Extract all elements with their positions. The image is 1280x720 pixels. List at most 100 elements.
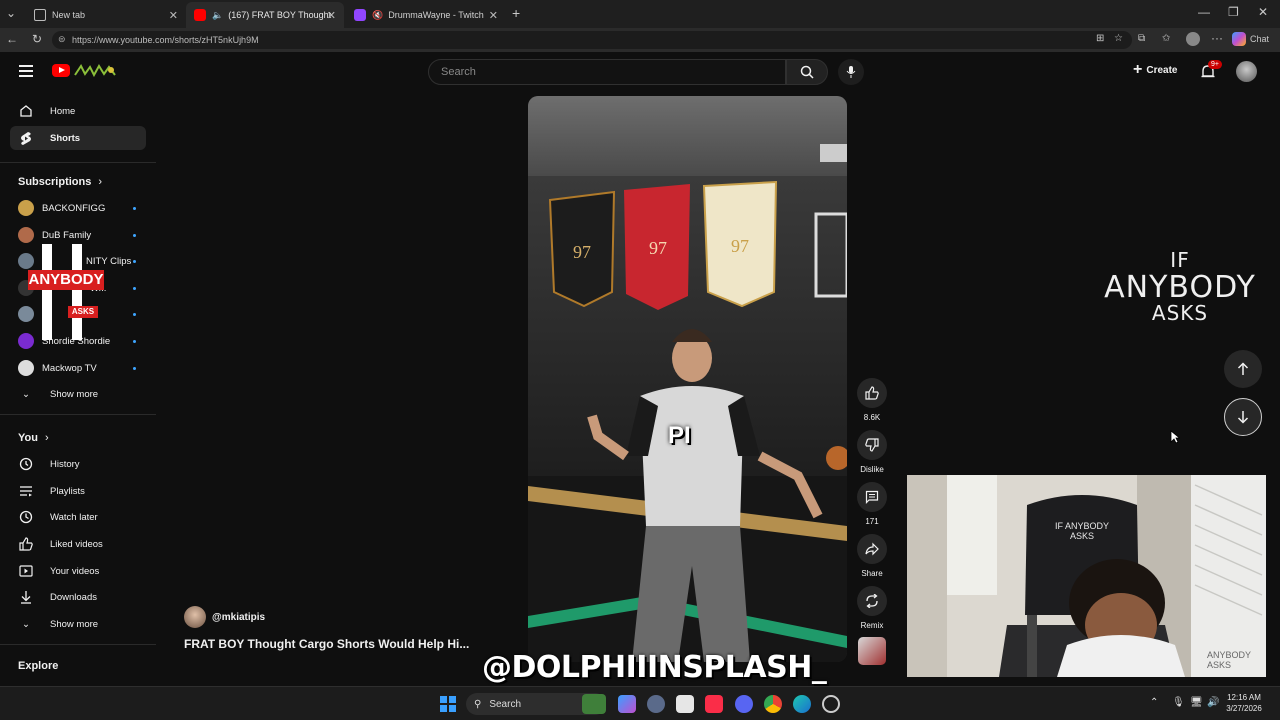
logo-bar xyxy=(42,244,52,340)
sidebar-item-label: Your videos xyxy=(50,565,100,577)
url-field[interactable]: ⊜ https://www.youtube.com/shorts/zHT5nkU… xyxy=(52,31,1132,49)
sidebar-item-shorts[interactable]: Shorts xyxy=(10,126,146,150)
channel-avatar xyxy=(18,227,34,243)
search-button[interactable] xyxy=(786,59,828,85)
muted-speaker-icon[interactable]: 🔇 xyxy=(372,10,383,21)
show-more-subscriptions[interactable]: ⌄ Show more xyxy=(10,382,146,406)
store-icon[interactable] xyxy=(676,695,694,713)
you-heading[interactable]: You › xyxy=(18,432,49,444)
volume-icon[interactable]: 🔊 xyxy=(1207,697,1219,708)
app-icon[interactable] xyxy=(822,695,840,713)
sidebar-item-label: Downloads xyxy=(50,591,97,603)
back-arrow-icon[interactable]: ← xyxy=(6,32,18,46)
home-icon xyxy=(10,104,42,118)
copilot-icon[interactable] xyxy=(618,695,636,713)
music-app-icon[interactable] xyxy=(705,695,723,713)
clock-icon xyxy=(10,510,42,524)
youtube-header: Search + Create 9+ xyxy=(0,52,1280,92)
reload-icon[interactable]: ↻ xyxy=(32,32,42,46)
subscription-item[interactable]: BACKONFIGG xyxy=(10,196,146,220)
sidebar-item-history[interactable]: History xyxy=(10,452,146,476)
share-button[interactable]: Share xyxy=(856,534,888,578)
history-icon xyxy=(10,457,42,471)
tab-list-chevron-icon[interactable]: ⌄ xyxy=(6,6,16,20)
video-title[interactable]: FRAT BOY Thought Cargo Shorts Would Help… xyxy=(184,637,469,651)
shorts-icon xyxy=(10,131,42,146)
windows-start-icon[interactable] xyxy=(440,696,456,712)
profile-avatar[interactable] xyxy=(1186,32,1200,46)
sidebar-item-label: Liked videos xyxy=(50,538,103,550)
create-label: Create xyxy=(1146,64,1178,76)
close-icon[interactable]: ✕ xyxy=(489,9,498,22)
restore-icon[interactable]: ❐ xyxy=(1228,5,1239,19)
chevron-down-icon: ⌄ xyxy=(22,618,30,630)
microphone-tray-icon[interactable]: 🎙 xyxy=(1172,697,1185,708)
arrow-down-icon xyxy=(1237,411,1249,424)
chrome-icon[interactable] xyxy=(764,695,782,713)
jersey-number: 97 xyxy=(649,238,667,258)
webcam-overlay: IF ANYBODY ASKS ANYBODY ASKS xyxy=(907,475,1266,677)
network-icon[interactable]: 🖥 xyxy=(1190,697,1203,708)
youtube-doodle-logo[interactable] xyxy=(73,63,118,78)
sound-thumbnail[interactable] xyxy=(858,637,886,665)
sidebar-item-home[interactable]: Home xyxy=(10,99,146,123)
search-input[interactable]: Search xyxy=(428,59,786,85)
jersey-number: 97 xyxy=(731,236,749,256)
create-button[interactable]: + Create xyxy=(1133,62,1178,78)
new-tab-button[interactable]: + xyxy=(512,5,520,21)
minimize-icon[interactable]: — xyxy=(1198,5,1210,19)
tab-youtube[interactable]: 🔈 (167) FRAT BOY Thought Carg ✕ xyxy=(186,2,344,28)
sidebar-item-liked-videos[interactable]: Liked videos xyxy=(10,532,146,556)
tab-label: (167) FRAT BOY Thought Carg xyxy=(228,10,333,20)
close-icon[interactable]: ✕ xyxy=(327,9,336,22)
youtube-logo-icon[interactable] xyxy=(52,64,70,77)
hamburger-menu-icon[interactable] xyxy=(19,65,33,77)
discord-icon[interactable] xyxy=(735,695,753,713)
voice-search-button[interactable] xyxy=(838,59,864,85)
clock-time: 12:16 AM xyxy=(1227,693,1261,702)
settings-icon[interactable] xyxy=(647,695,665,713)
tab-twitch[interactable]: 🔇 DrummaWayne - Twitch ✕ xyxy=(346,2,506,28)
extensions-icon[interactable]: ⧉ xyxy=(1138,33,1145,44)
clock[interactable]: 12:16 AM 3/27/2026 xyxy=(1224,692,1264,714)
favorites-icon[interactable]: ✩ xyxy=(1162,33,1170,44)
edge-icon[interactable] xyxy=(793,695,811,713)
comments-button[interactable]: 171 xyxy=(856,482,888,526)
show-more-you[interactable]: ⌄ Show more xyxy=(10,612,146,636)
subscriptions-heading[interactable]: Subscriptions › xyxy=(18,176,102,188)
remix-button[interactable]: Remix xyxy=(856,586,888,630)
tray-chevron-icon[interactable]: ⌃ xyxy=(1150,697,1158,708)
thumbs-up-icon xyxy=(10,537,42,551)
sidebar-item-your-videos[interactable]: Your videos xyxy=(10,559,146,583)
speaker-icon[interactable]: 🔈 xyxy=(212,10,223,21)
next-short-button[interactable] xyxy=(1224,398,1262,436)
sidebar-item-watch-later[interactable]: Watch later xyxy=(10,505,146,529)
sidebar-item-playlists[interactable]: Playlists xyxy=(10,479,146,503)
close-window-icon[interactable]: ✕ xyxy=(1258,5,1268,19)
close-icon[interactable]: ✕ xyxy=(169,9,178,22)
channel-handle[interactable]: @mkiatipis xyxy=(212,612,265,623)
explore-heading: Explore xyxy=(18,660,59,672)
sidebar: Home Shorts Subscriptions › BACKONFIGG D… xyxy=(0,92,156,686)
channel-name: DuB Family xyxy=(42,229,92,241)
channel-info[interactable]: @mkiatipis xyxy=(184,606,265,628)
site-info-icon[interactable]: ⊜ xyxy=(58,34,66,45)
previous-short-button[interactable] xyxy=(1224,350,1262,388)
address-toolbar: ← ↻ ⊜ https://www.youtube.com/shorts/zHT… xyxy=(0,28,1280,52)
copilot-chat-button[interactable]: Chat xyxy=(1232,32,1269,46)
short-video-player[interactable]: 97 97 97 PI xyxy=(528,96,847,662)
new-content-dot xyxy=(133,312,136,316)
like-button[interactable]: 8.6K xyxy=(856,378,888,422)
divider xyxy=(0,414,156,415)
more-menu-icon[interactable]: ··· xyxy=(1211,31,1223,45)
playlist-icon xyxy=(10,485,42,497)
account-avatar[interactable] xyxy=(1236,61,1257,82)
subscription-item[interactable]: Mackwop TV xyxy=(10,356,146,380)
app-available-icon[interactable]: ⊞ xyxy=(1096,33,1104,44)
sidebar-item-downloads[interactable]: Downloads xyxy=(10,585,146,609)
favorite-star-icon[interactable]: ☆ xyxy=(1114,33,1123,44)
dislike-button[interactable]: Dislike xyxy=(856,430,888,474)
tab-new-tab[interactable]: New tab ✕ xyxy=(26,2,186,28)
tab-label: DrummaWayne - Twitch xyxy=(388,10,484,20)
notifications-button[interactable]: 9+ xyxy=(1200,60,1222,85)
